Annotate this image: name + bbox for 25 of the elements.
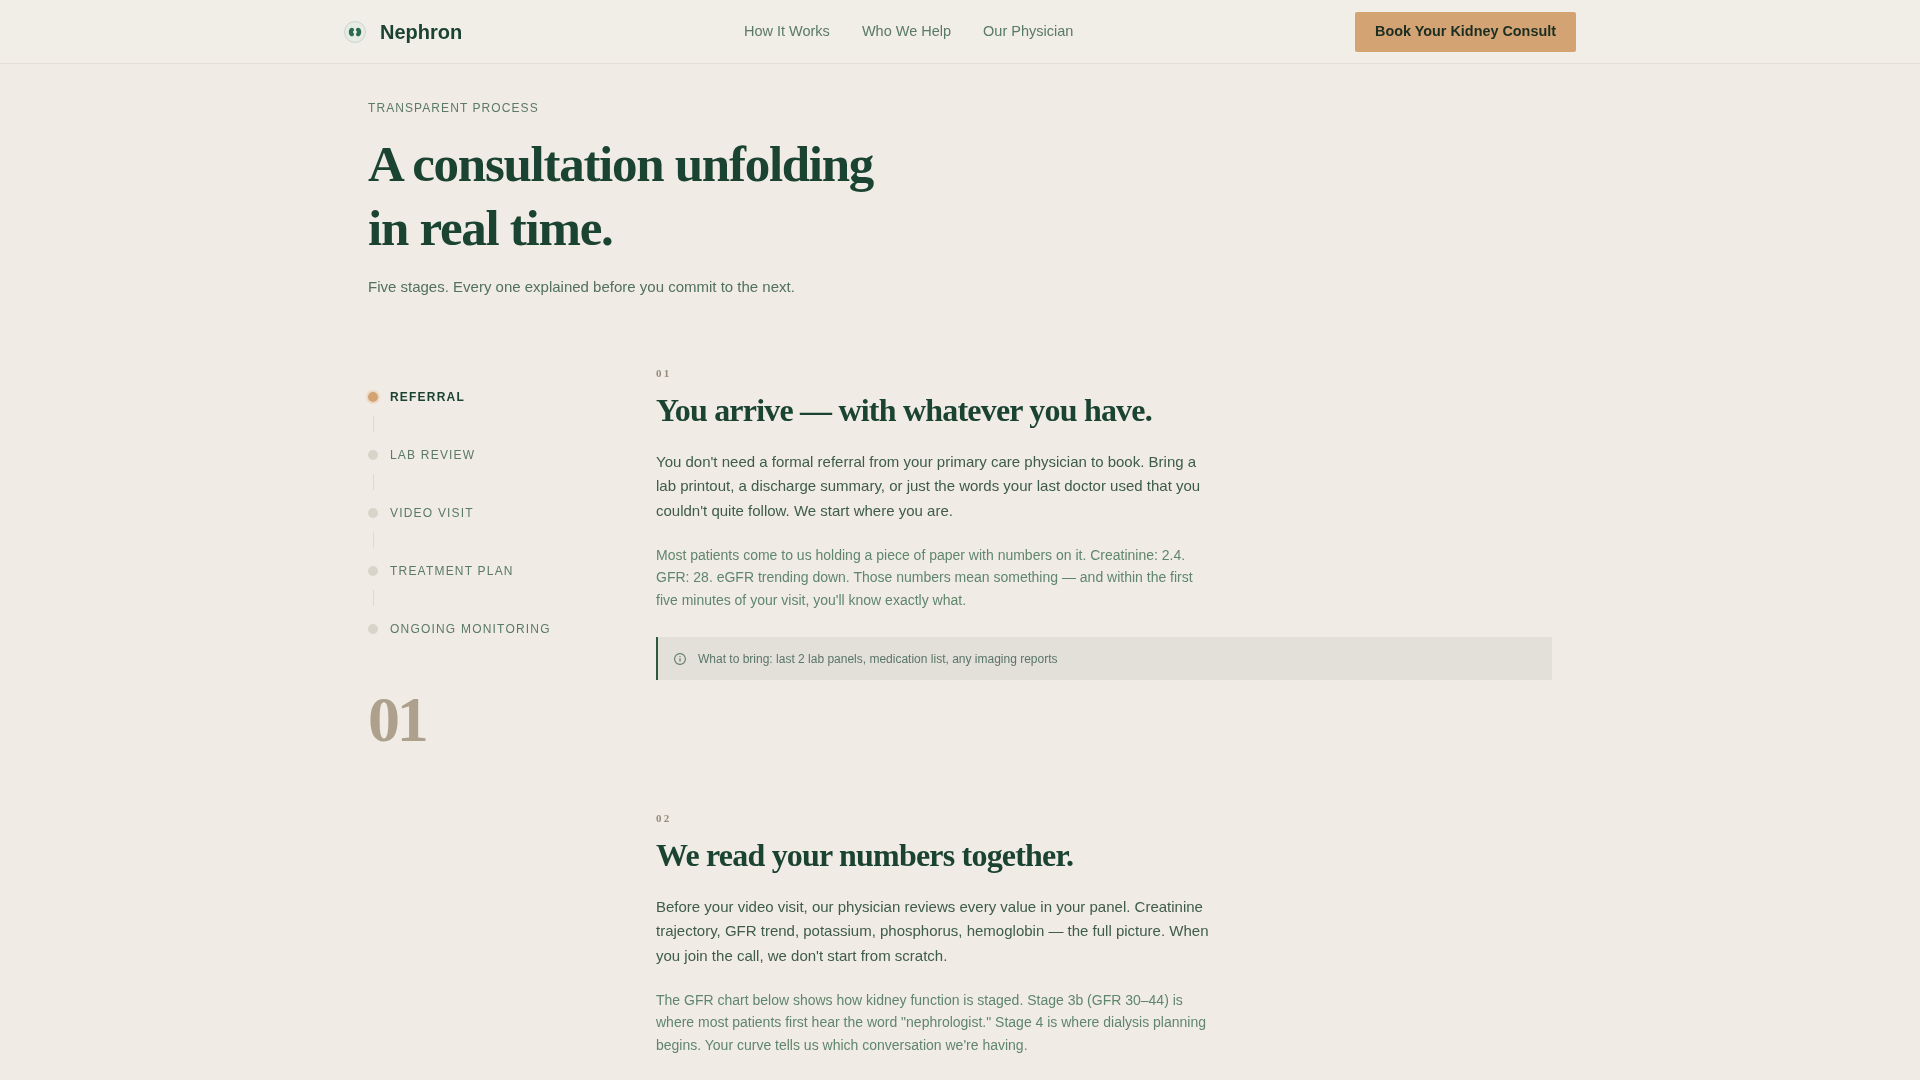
book-consult-button[interactable]: Book Your Kidney Consult — [1355, 11, 1576, 52]
stage-intro: You don't need a formal referral from your primary care physician to book. Bring a lab printout, a discharge summary, or just the words your last doctor used that you couldn't quite follow. We start where you are. — [656, 451, 1202, 522]
timeline-step[interactable]: TREATMENT PLAN — [368, 561, 514, 581]
hero-heading: A consultation unfolding in real time. — [368, 135, 875, 258]
kidney-icon — [344, 20, 366, 43]
hero-subtitle: Five stages. Every one explained before you commit to the next. — [368, 277, 795, 297]
timeline-step[interactable]: LAB REVIEW — [368, 445, 476, 465]
stage-heading: We read your numbers together. — [656, 836, 1074, 875]
stage-number: 02 — [656, 811, 672, 826]
timeline-step[interactable]: REFERRAL — [368, 387, 465, 407]
stage-intro: Before your video visit, our physician reviews every value in your panel. Creatinine trajectory, GFR trend, potassium, phosphorus, hemoglobin — the full picture. When you join the call, we don't start from scratch. — [656, 896, 1210, 967]
stage-heading: You arrive — with whatever you have. — [656, 391, 1152, 430]
stage-detail: Most patients come to us holding a piece of paper with numbers on it. Creatinine: 2.4. GFR: 28. eGFR trending down. Those numbers mean something — and within the first five minutes of your visit, you'll know exactly what. — [656, 545, 1194, 610]
stage-number: 01 — [656, 366, 672, 381]
timeline-step[interactable]: ONGOING MONITORING — [368, 619, 551, 639]
section-eyebrow: TRANSPARENT PROCESS — [368, 100, 539, 116]
timeline-step[interactable]: VIDEO VISIT — [368, 503, 474, 523]
nav-link[interactable]: Who We Help — [861, 20, 952, 43]
info-icon — [674, 652, 686, 665]
nav-link[interactable]: How It Works — [743, 20, 830, 43]
stage-number-display: 01 — [368, 688, 426, 752]
stage-detail: The GFR chart below shows how kidney function is staged. Stage 3b (GFR 30–44) is where most patients first hear the word "nephrologist." Stage 4 is where dialysis planning begins. Your curve tells us which conversation we're having. — [656, 990, 1207, 1055]
home-link[interactable]: Nephron — [344, 16, 463, 47]
callout-text: What to bring: last 2 lab panels, medication list, any imaging reports — [698, 650, 1058, 668]
nav-link[interactable]: Our Physician — [983, 20, 1074, 43]
